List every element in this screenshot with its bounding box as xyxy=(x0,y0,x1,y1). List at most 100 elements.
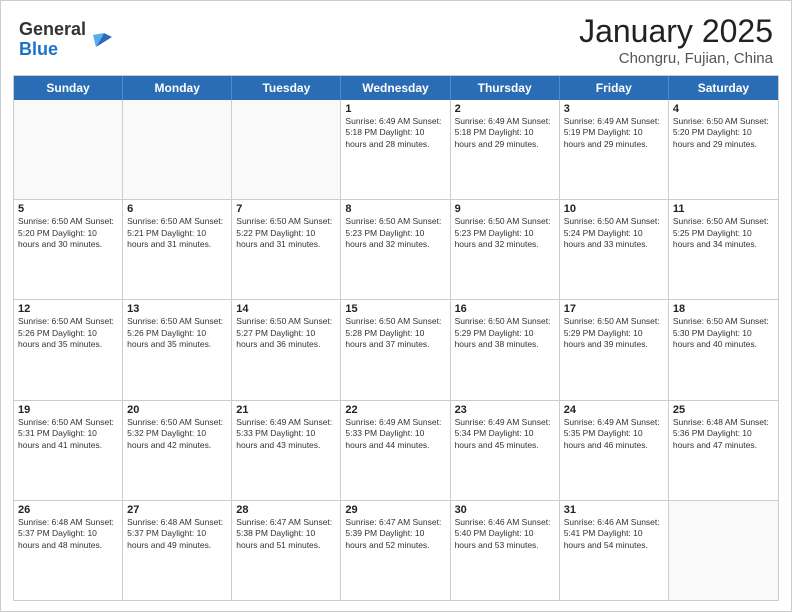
day-info: Sunrise: 6:50 AM Sunset: 5:20 PM Dayligh… xyxy=(673,116,774,150)
day-cell: 30Sunrise: 6:46 AM Sunset: 5:40 PM Dayli… xyxy=(451,501,560,600)
day-number: 19 xyxy=(18,404,118,416)
day-number: 12 xyxy=(18,303,118,315)
week-row-5: 26Sunrise: 6:48 AM Sunset: 5:37 PM Dayli… xyxy=(14,500,778,600)
day-cell: 19Sunrise: 6:50 AM Sunset: 5:31 PM Dayli… xyxy=(14,401,123,500)
day-cell: 3Sunrise: 6:49 AM Sunset: 5:19 PM Daylig… xyxy=(560,100,669,199)
day-number: 16 xyxy=(455,303,555,315)
day-header-saturday: Saturday xyxy=(669,76,778,100)
day-cell: 27Sunrise: 6:48 AM Sunset: 5:37 PM Dayli… xyxy=(123,501,232,600)
day-cell: 8Sunrise: 6:50 AM Sunset: 5:23 PM Daylig… xyxy=(341,200,450,299)
day-header-sunday: Sunday xyxy=(14,76,123,100)
day-number: 5 xyxy=(18,203,118,215)
day-info: Sunrise: 6:50 AM Sunset: 5:23 PM Dayligh… xyxy=(455,216,555,250)
day-cell: 21Sunrise: 6:49 AM Sunset: 5:33 PM Dayli… xyxy=(232,401,341,500)
day-number: 26 xyxy=(18,504,118,516)
day-info: Sunrise: 6:50 AM Sunset: 5:20 PM Dayligh… xyxy=(18,216,118,250)
title-block: January 2025 Chongru, Fujian, China xyxy=(579,13,773,67)
day-number: 9 xyxy=(455,203,555,215)
day-number: 13 xyxy=(127,303,227,315)
day-header-monday: Monday xyxy=(123,76,232,100)
day-info: Sunrise: 6:49 AM Sunset: 5:18 PM Dayligh… xyxy=(455,116,555,150)
day-number: 6 xyxy=(127,203,227,215)
day-number: 24 xyxy=(564,404,664,416)
day-number: 23 xyxy=(455,404,555,416)
day-cell: 26Sunrise: 6:48 AM Sunset: 5:37 PM Dayli… xyxy=(14,501,123,600)
day-cell: 10Sunrise: 6:50 AM Sunset: 5:24 PM Dayli… xyxy=(560,200,669,299)
day-info: Sunrise: 6:48 AM Sunset: 5:37 PM Dayligh… xyxy=(127,517,227,551)
day-info: Sunrise: 6:49 AM Sunset: 5:33 PM Dayligh… xyxy=(236,417,336,451)
day-info: Sunrise: 6:50 AM Sunset: 5:23 PM Dayligh… xyxy=(345,216,445,250)
day-headers: SundayMondayTuesdayWednesdayThursdayFrid… xyxy=(14,76,778,100)
logo-text: General Blue xyxy=(19,20,112,60)
day-number: 8 xyxy=(345,203,445,215)
day-number: 2 xyxy=(455,103,555,115)
day-info: Sunrise: 6:48 AM Sunset: 5:37 PM Dayligh… xyxy=(18,517,118,551)
day-cell xyxy=(14,100,123,199)
day-info: Sunrise: 6:49 AM Sunset: 5:18 PM Dayligh… xyxy=(345,116,445,150)
day-info: Sunrise: 6:50 AM Sunset: 5:29 PM Dayligh… xyxy=(564,316,664,350)
day-number: 11 xyxy=(673,203,774,215)
day-number: 20 xyxy=(127,404,227,416)
day-cell: 17Sunrise: 6:50 AM Sunset: 5:29 PM Dayli… xyxy=(560,300,669,399)
day-info: Sunrise: 6:50 AM Sunset: 5:28 PM Dayligh… xyxy=(345,316,445,350)
day-info: Sunrise: 6:49 AM Sunset: 5:34 PM Dayligh… xyxy=(455,417,555,451)
day-header-thursday: Thursday xyxy=(451,76,560,100)
week-row-3: 12 Sunrise: 6:50 AM Sunset: 5:26 PM Dayli… xyxy=(14,299,778,399)
day-info: Sunrise: 6:50 AM Sunset: 5:25 PM Dayligh… xyxy=(673,216,774,250)
day-cell: 22Sunrise: 6:49 AM Sunset: 5:33 PM Dayli… xyxy=(341,401,450,500)
day-cell xyxy=(232,100,341,199)
calendar: SundayMondayTuesdayWednesdayThursdayFrid… xyxy=(13,75,779,601)
day-number: 27 xyxy=(127,504,227,516)
day-number: 18 xyxy=(673,303,774,315)
logo-icon xyxy=(90,29,112,51)
day-number: 29 xyxy=(345,504,445,516)
day-cell: 29Sunrise: 6:47 AM Sunset: 5:39 PM Dayli… xyxy=(341,501,450,600)
week-row-4: 19Sunrise: 6:50 AM Sunset: 5:31 PM Dayli… xyxy=(14,400,778,500)
day-cell: 14Sunrise: 6:50 AM Sunset: 5:27 PM Dayli… xyxy=(232,300,341,399)
day-info: Sunrise: 6:50 AM Sunset: 5:26 PM Dayligh… xyxy=(127,316,227,350)
week-row-2: 5Sunrise: 6:50 AM Sunset: 5:20 PM Daylig… xyxy=(14,199,778,299)
day-cell: 11Sunrise: 6:50 AM Sunset: 5:25 PM Dayli… xyxy=(669,200,778,299)
day-info: Sunrise: 6:48 AM Sunset: 5:36 PM Dayligh… xyxy=(673,417,774,451)
day-header-wednesday: Wednesday xyxy=(341,76,450,100)
day-cell: 1Sunrise: 6:49 AM Sunset: 5:18 PM Daylig… xyxy=(341,100,450,199)
day-cell: 23Sunrise: 6:49 AM Sunset: 5:34 PM Dayli… xyxy=(451,401,560,500)
day-number: 22 xyxy=(345,404,445,416)
day-cell: 20Sunrise: 6:50 AM Sunset: 5:32 PM Dayli… xyxy=(123,401,232,500)
day-cell: 7Sunrise: 6:50 AM Sunset: 5:22 PM Daylig… xyxy=(232,200,341,299)
day-number: 17 xyxy=(564,303,664,315)
day-number: 4 xyxy=(673,103,774,115)
week-row-1: 1Sunrise: 6:49 AM Sunset: 5:18 PM Daylig… xyxy=(14,100,778,199)
day-number: 3 xyxy=(564,103,664,115)
day-cell: 25Sunrise: 6:48 AM Sunset: 5:36 PM Dayli… xyxy=(669,401,778,500)
day-number: 28 xyxy=(236,504,336,516)
day-info: Sunrise: 6:50 AM Sunset: 5:27 PM Dayligh… xyxy=(236,316,336,350)
day-cell: 9Sunrise: 6:50 AM Sunset: 5:23 PM Daylig… xyxy=(451,200,560,299)
day-info: Sunrise: 6:49 AM Sunset: 5:19 PM Dayligh… xyxy=(564,116,664,150)
day-cell: 12Sunrise: 6:50 AM Sunset: 5:26 PM Dayli… xyxy=(14,300,123,399)
logo-general: General xyxy=(19,19,86,39)
day-info: Sunrise: 6:46 AM Sunset: 5:41 PM Dayligh… xyxy=(564,517,664,551)
day-cell: 4Sunrise: 6:50 AM Sunset: 5:20 PM Daylig… xyxy=(669,100,778,199)
day-number: 31 xyxy=(564,504,664,516)
day-info: Sunrise: 6:50 AM Sunset: 5:31 PM Dayligh… xyxy=(18,417,118,451)
day-info: Sunrise: 6:50 AM Sunset: 5:22 PM Dayligh… xyxy=(236,216,336,250)
day-info: Sunrise: 6:50 AM Sunset: 5:21 PM Dayligh… xyxy=(127,216,227,250)
day-number: 21 xyxy=(236,404,336,416)
day-number: 1 xyxy=(345,103,445,115)
day-cell xyxy=(123,100,232,199)
day-number: 25 xyxy=(673,404,774,416)
day-cell: 18Sunrise: 6:50 AM Sunset: 5:30 PM Dayli… xyxy=(669,300,778,399)
day-cell: 15Sunrise: 6:50 AM Sunset: 5:28 PM Dayli… xyxy=(341,300,450,399)
day-number: 15 xyxy=(345,303,445,315)
day-header-tuesday: Tuesday xyxy=(232,76,341,100)
day-info: Sunrise: 6:46 AM Sunset: 5:40 PM Dayligh… xyxy=(455,517,555,551)
day-cell: 28Sunrise: 6:47 AM Sunset: 5:38 PM Dayli… xyxy=(232,501,341,600)
day-number: 14 xyxy=(236,303,336,315)
day-info: Sunrise: 6:50 AM Sunset: 5:29 PM Dayligh… xyxy=(455,316,555,350)
day-cell: 24Sunrise: 6:49 AM Sunset: 5:35 PM Dayli… xyxy=(560,401,669,500)
day-info: Sunrise: 6:49 AM Sunset: 5:35 PM Dayligh… xyxy=(564,417,664,451)
day-cell: 31Sunrise: 6:46 AM Sunset: 5:41 PM Dayli… xyxy=(560,501,669,600)
day-number: 10 xyxy=(564,203,664,215)
day-info: Sunrise: 6:47 AM Sunset: 5:38 PM Dayligh… xyxy=(236,517,336,551)
